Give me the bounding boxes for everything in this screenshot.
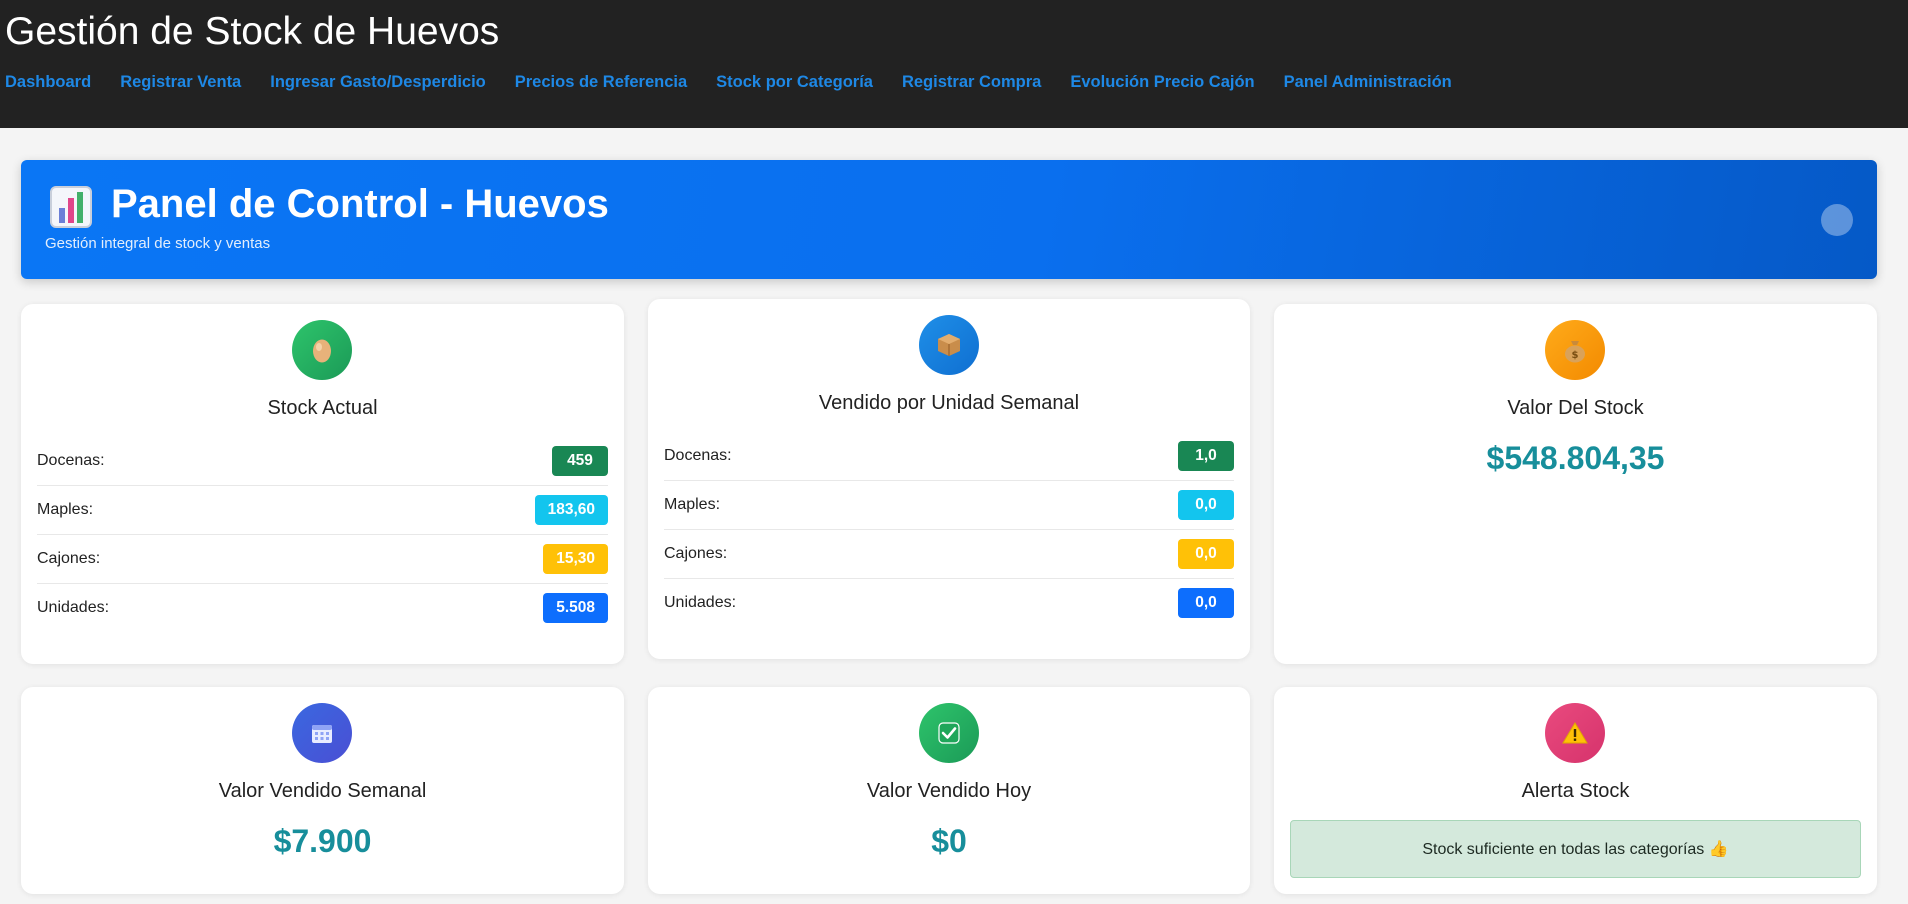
nav-registrar-venta[interactable]: Registrar Venta (120, 73, 241, 92)
nav-evolucion-precio[interactable]: Evolución Precio Cajón (1070, 73, 1254, 92)
nav-panel-admin[interactable]: Panel Administración (1284, 73, 1452, 92)
warning-icon (1545, 703, 1605, 763)
today-sold-value: $0 (931, 823, 967, 859)
row-label: Maples: (664, 496, 721, 513)
nav-registrar-compra[interactable]: Registrar Compra (902, 73, 1041, 92)
value-badge: 183,60 (534, 495, 608, 525)
value-badge: 0,0 (1178, 490, 1234, 520)
value-badge: 15,30 (543, 544, 608, 574)
nav-ingresar-gasto[interactable]: Ingresar Gasto/Desperdicio (270, 73, 486, 92)
svg-text:$: $ (1572, 350, 1579, 361)
egg-icon (292, 320, 352, 380)
value-badge: 1,0 (1178, 441, 1234, 471)
list-item: Docenas: 1,0 (664, 432, 1234, 481)
valor-stock-card: $ Valor Del Stock $548.804,35 (1274, 304, 1877, 664)
value-badge: 5.508 (543, 593, 608, 623)
sold-list: Docenas: 1,0 Maples: 0,0 Cajones: 0,0 Un… (664, 432, 1234, 627)
valor-vendido-semanal-card: Valor Vendido Semanal $7.900 (21, 687, 624, 894)
dashboard-title: Panel de Control - Huevos (111, 182, 609, 226)
card-title: Valor Vendido Hoy (866, 780, 1032, 802)
nav-stock-categoria[interactable]: Stock por Categoría (716, 73, 873, 92)
stock-value: $548.804,35 (1486, 440, 1665, 476)
header-toggle-dot[interactable] (1821, 204, 1853, 236)
row-label: Docenas: (37, 452, 105, 469)
nav-precios-referencia[interactable]: Precios de Referencia (515, 73, 687, 92)
list-item: Cajones: 0,0 (664, 530, 1234, 579)
value-badge: 0,0 (1178, 588, 1234, 618)
nav-dashboard[interactable]: Dashboard (5, 73, 91, 92)
top-navbar: Gestión de Stock de Huevos Dashboard Reg… (0, 0, 1908, 128)
valor-vendido-hoy-card: Valor Vendido Hoy $0 (648, 687, 1250, 894)
dashboard-header: Panel de Control - Huevos Gestión integr… (21, 160, 1877, 279)
package-icon (919, 315, 979, 375)
row-label: Unidades: (37, 599, 110, 616)
value-badge: 0,0 (1178, 539, 1234, 569)
value-badge: 459 (552, 446, 608, 476)
main-nav: Dashboard Registrar Venta Ingresar Gasto… (5, 73, 1452, 92)
calendar-icon (292, 703, 352, 763)
list-item: Unidades: 0,0 (664, 579, 1234, 627)
bar-chart-icon (50, 186, 92, 228)
card-title: Valor Vendido Semanal (218, 780, 427, 802)
stock-list: Docenas: 459 Maples: 183,60 Cajones: 15,… (37, 437, 608, 632)
list-item: Maples: 183,60 (37, 486, 608, 535)
row-label: Cajones: (37, 550, 101, 567)
checkmark-icon (919, 703, 979, 763)
card-title: Alerta Stock (1521, 780, 1630, 802)
money-bag-icon: $ (1545, 320, 1605, 380)
list-item: Docenas: 459 (37, 437, 608, 486)
card-title: Vendido por Unidad Semanal (818, 392, 1080, 414)
stock-actual-card: Stock Actual Docenas: 459 Maples: 183,60… (21, 304, 624, 664)
weekly-sold-value: $7.900 (273, 823, 372, 859)
card-title: Valor Del Stock (1507, 397, 1644, 419)
row-label: Maples: (37, 501, 94, 518)
row-label: Cajones: (664, 545, 728, 562)
vendido-semanal-card: Vendido por Unidad Semanal Docenas: 1,0 … (648, 299, 1250, 659)
alerta-stock-card: Alerta Stock Stock suficiente en todas l… (1274, 687, 1877, 894)
card-title: Stock Actual (267, 397, 378, 419)
row-label: Docenas: (664, 447, 732, 464)
list-item: Cajones: 15,30 (37, 535, 608, 584)
list-item: Maples: 0,0 (664, 481, 1234, 530)
row-label: Unidades: (664, 594, 737, 611)
stock-alert-message: Stock suficiente en todas las categorías… (1290, 820, 1861, 878)
list-item: Unidades: 5.508 (37, 584, 608, 632)
app-title: Gestión de Stock de Huevos (5, 10, 500, 53)
dashboard-subtitle: Gestión integral de stock y ventas (45, 235, 271, 252)
